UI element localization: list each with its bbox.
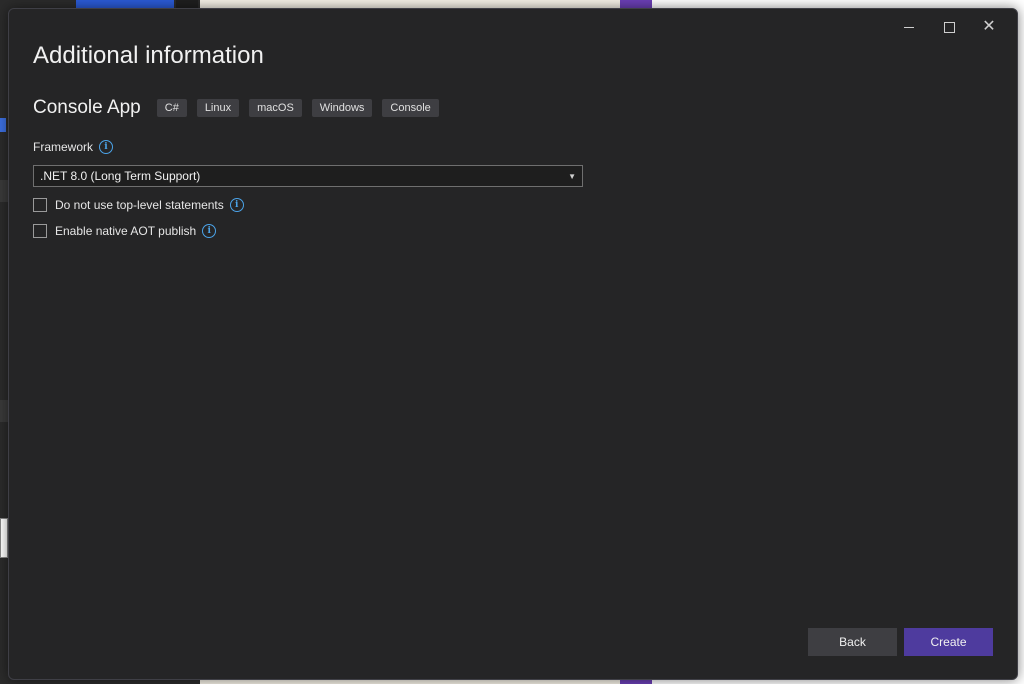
tag-platform-linux: Linux <box>196 99 240 117</box>
tag-platform-macos: macOS <box>249 99 302 117</box>
info-icon[interactable]: i <box>202 224 217 238</box>
create-button[interactable]: Create <box>904 628 993 656</box>
minimize-button[interactable] <box>889 13 929 41</box>
template-summary: Console App C# Linux macOS Windows Conso… <box>33 97 439 119</box>
close-button[interactable]: ✕ <box>969 13 1009 41</box>
option-label[interactable]: Enable native AOT publish <box>55 224 196 238</box>
close-icon: ✕ <box>982 18 996 35</box>
option-top-level-statements: Do not use top-level statements i <box>33 198 244 212</box>
option-native-aot: Enable native AOT publish i <box>33 224 217 238</box>
tag-project-type: Console <box>382 99 439 117</box>
template-name: Console App <box>33 97 141 118</box>
tag-platform-windows: Windows <box>311 99 373 117</box>
info-icon[interactable]: i <box>229 198 244 212</box>
maximize-button[interactable] <box>929 13 969 41</box>
option-label[interactable]: Do not use top-level statements <box>55 198 224 212</box>
window-controls: ✕ <box>889 13 1009 41</box>
top-level-statements-checkbox[interactable] <box>33 198 47 212</box>
template-tags: C# Linux macOS Windows Console <box>156 99 439 117</box>
chevron-down-icon: ▼ <box>568 171 576 181</box>
dialog-title: Additional information <box>33 42 264 69</box>
framework-label-row: Framework i <box>33 140 114 154</box>
maximize-icon <box>943 21 955 33</box>
background-frame <box>0 518 8 558</box>
background-selection-marker <box>0 118 6 132</box>
tag-language: C# <box>156 99 187 117</box>
framework-selected-value: .NET 8.0 (Long Term Support) <box>40 169 201 183</box>
minimize-icon <box>904 26 914 28</box>
info-icon[interactable]: i <box>99 140 114 154</box>
native-aot-checkbox[interactable] <box>33 224 47 238</box>
back-button[interactable]: Back <box>808 628 897 656</box>
framework-label: Framework <box>33 140 94 154</box>
additional-information-dialog: ✕ Additional information Console App C# … <box>8 8 1018 680</box>
framework-dropdown[interactable]: .NET 8.0 (Long Term Support) ▼ <box>33 165 583 187</box>
